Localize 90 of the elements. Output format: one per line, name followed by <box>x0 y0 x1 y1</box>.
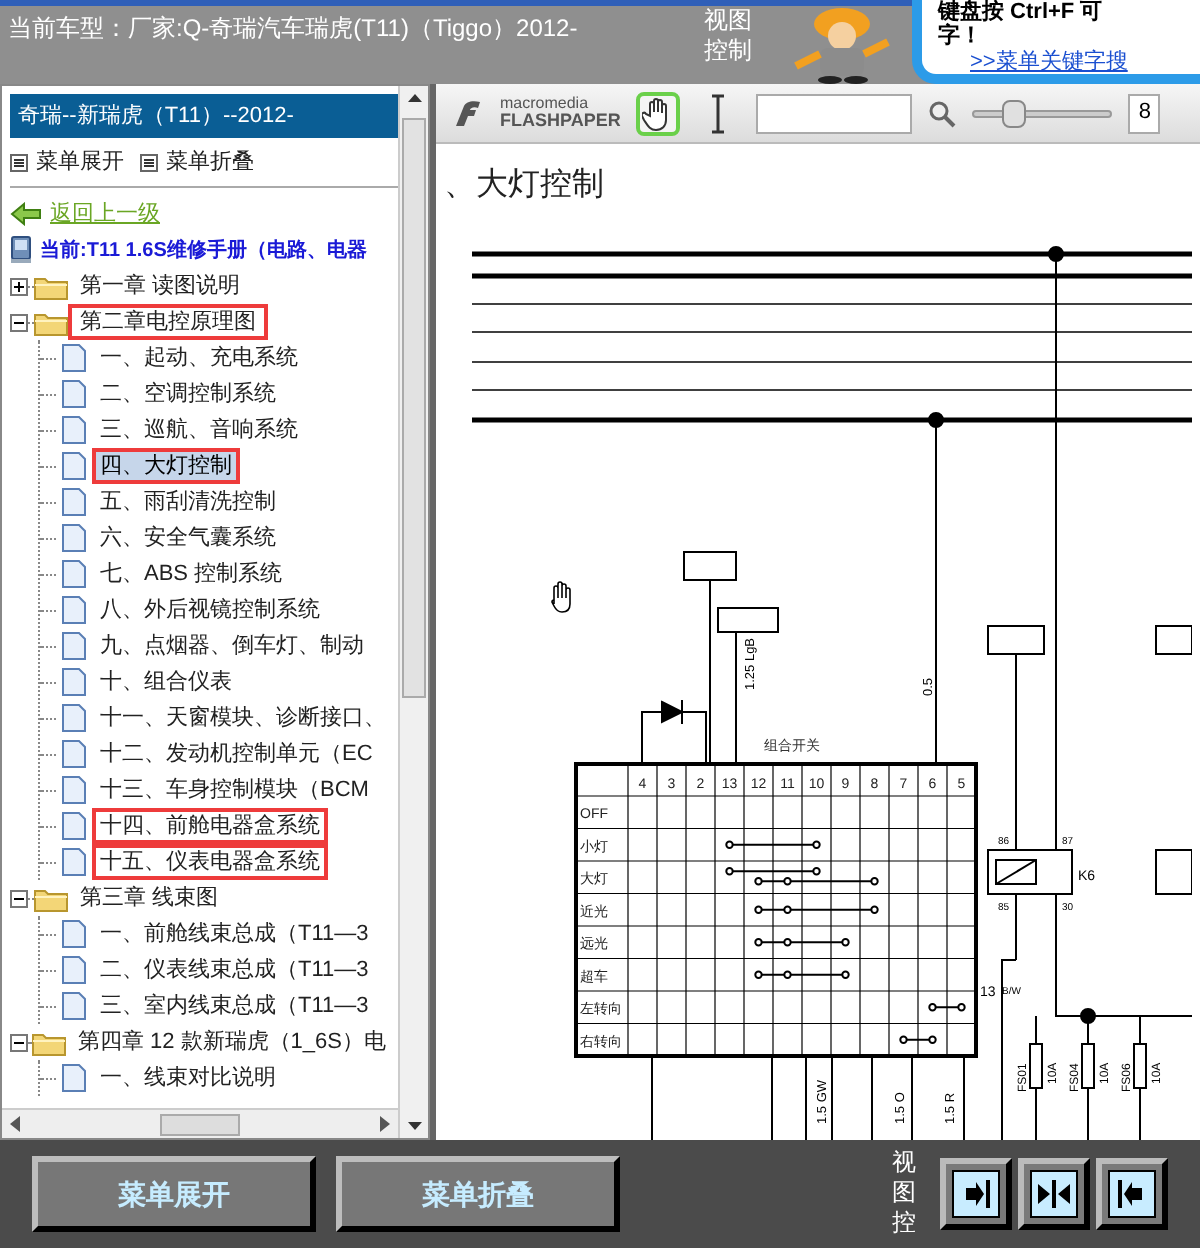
page-icon <box>62 380 86 408</box>
tree-item[interactable]: 十一、天窗模块、诊断接口、 <box>92 700 394 736</box>
tree-item[interactable]: 十二、发动机控制单元（EC <box>92 736 381 772</box>
zoom-input[interactable]: 8 <box>1128 93 1161 133</box>
scrollbar-thumb[interactable] <box>160 1113 240 1135</box>
menu-icon <box>10 153 28 171</box>
page-icon <box>62 992 86 1020</box>
tree-chapter[interactable]: 第二章电控原理图 <box>68 304 268 340</box>
arrow-from-bar-icon <box>1116 1178 1148 1210</box>
page-icon <box>62 524 86 552</box>
menu-action-link[interactable]: 菜单展开 <box>36 145 124 179</box>
back-arrow-icon <box>10 202 42 226</box>
zoom-icon <box>928 99 957 127</box>
view-control-label: 视图控 <box>892 1146 918 1238</box>
logo-text: FLASHPAPER <box>500 112 621 130</box>
page-icon <box>62 848 86 876</box>
scrollbar-thumb[interactable] <box>402 118 426 698</box>
computer-icon <box>10 236 32 264</box>
scroll-left-icon[interactable] <box>10 1116 22 1132</box>
tip-text: 字！ <box>938 24 984 48</box>
vertical-scrollbar[interactable] <box>398 86 428 1138</box>
page-icon <box>62 704 86 732</box>
scroll-right-icon[interactable] <box>378 1116 390 1132</box>
horizontal-scrollbar[interactable] <box>2 1108 398 1138</box>
tree-item[interactable]: 五、雨刮清洗控制 <box>92 484 284 520</box>
page-icon <box>62 416 86 444</box>
page-icon <box>62 632 86 660</box>
search-input[interactable] <box>756 93 913 133</box>
tree-item[interactable]: 二、仪表线束总成（T11—3 <box>92 952 377 988</box>
view-toggle-button[interactable] <box>1096 1158 1168 1230</box>
tree-item[interactable]: 六、安全气囊系统 <box>92 520 284 556</box>
page-icon <box>62 488 86 516</box>
page-icon <box>62 560 86 588</box>
page-icon <box>62 1064 86 1092</box>
folder-icon <box>34 885 68 911</box>
flashpaper-logo-icon <box>452 99 484 127</box>
folder-icon <box>34 273 68 299</box>
tree-item[interactable]: 十三、车身控制模块（BCM <box>92 772 377 808</box>
tree-chapter[interactable]: 第三章 线束图 <box>68 880 231 916</box>
collapse-icon[interactable] <box>10 1033 28 1051</box>
menu-button[interactable]: 菜单展开 <box>32 1156 316 1232</box>
tip-text: 键盘按 Ctrl+F 可 <box>938 0 1105 24</box>
tree-item[interactable]: 一、前舱线束总成（T11—3 <box>92 916 377 952</box>
folder-icon <box>34 309 68 335</box>
zoom-slider[interactable] <box>972 99 1113 127</box>
page-icon <box>62 452 86 480</box>
page-icon <box>62 740 86 768</box>
folder-icon <box>31 1029 66 1055</box>
page-icon <box>62 776 86 804</box>
sidebar-title: 奇瑞--新瑞虎（T11）--2012- <box>10 94 398 138</box>
tree-item[interactable]: 九、点烟器、倒车灯、制动 <box>92 628 372 664</box>
hand-cursor-icon <box>551 581 571 613</box>
page-icon <box>62 344 86 372</box>
page-icon <box>62 596 86 624</box>
expand-icon[interactable] <box>10 277 28 295</box>
page-icon <box>62 956 86 984</box>
page-icon <box>62 812 86 840</box>
tree-item[interactable]: 十四、前舱电器盒系统 <box>92 808 328 844</box>
tree-item[interactable]: 三、室内线束总成（T11—3 <box>92 988 377 1024</box>
tree-item[interactable]: 七、ABS 控制系统 <box>92 556 291 592</box>
tree-item[interactable]: 八、外后视镜控制系统 <box>92 592 328 628</box>
arrows-inward-icon <box>1036 1178 1072 1210</box>
view-toggle-button[interactable] <box>940 1158 1012 1230</box>
view-toggle-button[interactable] <box>1018 1158 1090 1230</box>
tree-item[interactable]: 四、大灯控制 <box>92 448 240 484</box>
page-icon <box>62 668 86 696</box>
tree-item[interactable]: 三、巡航、音响系统 <box>92 412 306 448</box>
tree-chapter[interactable]: 第一章 读图说明 <box>68 268 253 304</box>
view-control-label: 视图控制 <box>704 6 754 68</box>
hand-tool-button[interactable] <box>636 91 681 135</box>
text-cursor-icon <box>708 93 729 133</box>
current-manual-label: 当前:T11 1.6S维修手册（电路、电器 <box>40 236 367 265</box>
tree-item[interactable]: 十、组合仪表 <box>92 664 240 700</box>
menu-icon <box>140 153 158 171</box>
document-title: 、大灯控制 <box>442 162 606 206</box>
tree-item[interactable]: 一、起动、充电系统 <box>92 340 306 376</box>
vehicle-label: 当前车型：厂家:Q-奇瑞汽车瑞虎(T11)（Tiggo）2012- <box>6 12 580 46</box>
page-icon <box>62 920 86 948</box>
slider-thumb[interactable] <box>1002 99 1027 127</box>
tree-item[interactable]: 二、空调控制系统 <box>92 376 284 412</box>
menu-action-link[interactable]: 菜单折叠 <box>166 145 254 179</box>
tree-chapter[interactable]: 第四章 12 款新瑞虎（1_6S）电 <box>65 1024 398 1060</box>
collapse-icon[interactable] <box>10 313 28 331</box>
menu-button[interactable]: 菜单折叠 <box>336 1156 620 1232</box>
arrow-to-bar-icon <box>960 1178 992 1210</box>
tree-item[interactable]: 一、线束对比说明 <box>92 1060 284 1096</box>
tree-item[interactable]: 十五、仪表电器盒系统 <box>92 844 328 880</box>
collapse-icon[interactable] <box>10 889 28 907</box>
keyword-search-link[interactable]: >>菜单关键字搜 <box>938 48 1200 74</box>
logo-text: macromedia <box>500 96 591 112</box>
